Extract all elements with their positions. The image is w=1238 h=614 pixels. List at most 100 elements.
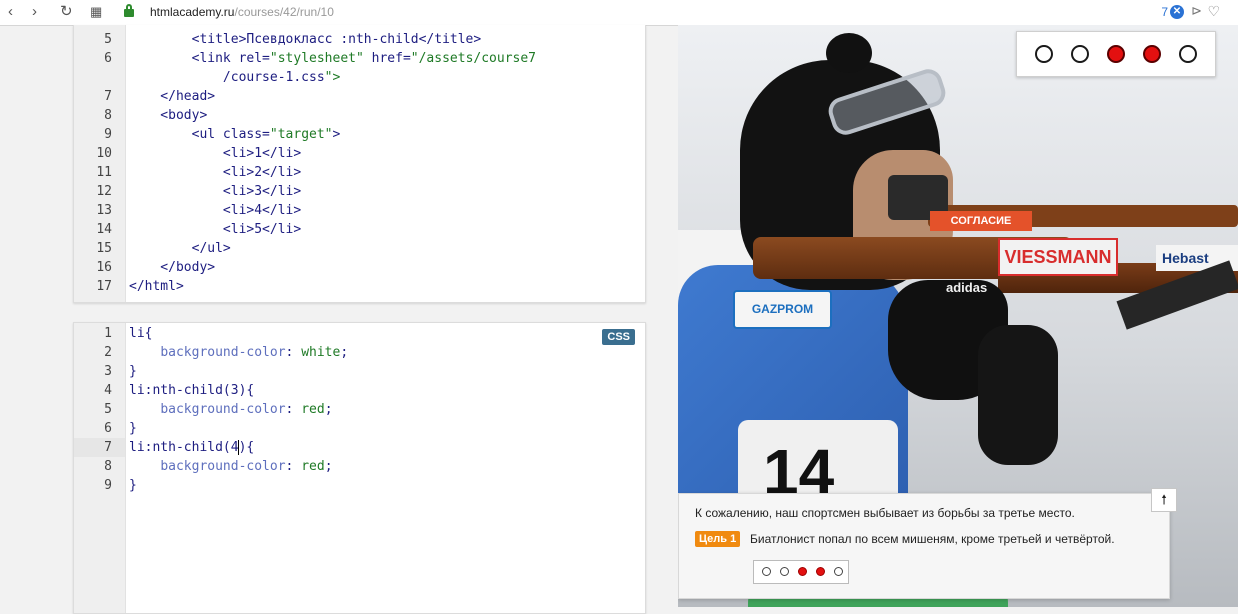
browser-toolbar: ‹ › ↻ ▦ htmlacademy.ru/courses/42/run/10…	[0, 0, 1238, 26]
mini-target-miss	[780, 567, 789, 576]
line-number: 6	[104, 421, 112, 436]
forward-icon[interactable]: ›	[32, 3, 37, 21]
line-text[interactable]: <body>	[129, 106, 207, 125]
targets-panel	[1016, 31, 1216, 77]
reload-icon[interactable]: ↻	[60, 3, 73, 21]
line-number: 16	[96, 260, 112, 275]
lock-icon	[124, 4, 134, 18]
line-number: 7	[104, 89, 112, 104]
code-line[interactable]: 5 <title>Псевдокласс :nth-child</title>	[74, 30, 645, 49]
line-number: 5	[104, 32, 112, 47]
line-text[interactable]: background-color: red;	[129, 457, 332, 476]
back-icon[interactable]: ‹	[8, 3, 13, 21]
viessmann-logo: VIESSMANN	[998, 238, 1118, 276]
code-line[interactable]: 15 </ul>	[74, 239, 645, 258]
target-hit	[1107, 45, 1125, 63]
line-number: 12	[96, 184, 112, 199]
line-number: 9	[104, 127, 112, 142]
url-path: /courses/42/run/10	[234, 5, 334, 19]
code-line[interactable]: 1 li{	[74, 324, 645, 343]
code-line[interactable]: 6}	[74, 419, 645, 438]
line-number: 9	[104, 478, 112, 493]
line-number: 3	[104, 364, 112, 379]
code-line[interactable]: 9 <ul class="target">	[74, 125, 645, 144]
code-line[interactable]: 7 </head>	[74, 87, 645, 106]
target-miss	[1071, 45, 1089, 63]
result-message: 🠕 К сожалению, наш спортсмен выбывает из…	[678, 488, 1177, 599]
line-text[interactable]: li:nth-child(4){	[129, 438, 254, 457]
code-line[interactable]: 10 <li>1</li>	[74, 144, 645, 163]
result-preview: GAZPROM 14 СОГЛАСИЕ VIESSMANN Hebast adi…	[678, 25, 1238, 607]
code-line[interactable]: 6 <link rel="stylesheet" href="/assets/c…	[74, 49, 645, 68]
code-line[interactable]: 9}	[74, 476, 645, 495]
mini-target-miss	[834, 567, 843, 576]
line-text[interactable]: }	[129, 419, 137, 438]
html-editor[interactable]: 5 <title>Псевдокласс :nth-child</title> 6…	[73, 25, 646, 303]
apps-icon[interactable]: ▦	[90, 3, 102, 21]
code-line[interactable]: 7 li:nth-child(4){	[74, 438, 645, 457]
send-icon[interactable]: ⊳	[1191, 3, 1202, 19]
line-text[interactable]: <li>4</li>	[129, 201, 301, 220]
line-text[interactable]: <li>1</li>	[129, 144, 301, 163]
gazprom-logo: GAZPROM	[733, 290, 832, 329]
line-text[interactable]: <li>3</li>	[129, 182, 301, 201]
line-text[interactable]: li:nth-child(3){	[129, 381, 254, 400]
code-line[interactable]: 12 <li>3</li>	[74, 182, 645, 201]
hat-pompom	[826, 33, 872, 73]
line-text[interactable]: <li>5</li>	[129, 220, 301, 239]
code-line[interactable]: 17 </html>	[74, 277, 645, 296]
line-text[interactable]: }	[129, 476, 137, 495]
line-text[interactable]: <li>2</li>	[129, 163, 301, 182]
code-line[interactable]: 3}	[74, 362, 645, 381]
extension-count: 7	[1161, 5, 1168, 19]
code-line[interactable]: 2 background-color: white;	[74, 343, 645, 362]
code-line[interactable]: 13 <li>4</li>	[74, 201, 645, 220]
line-text[interactable]: background-color: red;	[129, 400, 332, 419]
goal-badge: Цель 1	[695, 531, 741, 547]
line-number: 4	[104, 383, 112, 398]
code-line[interactable]: 4 li:nth-child(3){	[74, 381, 645, 400]
adidas-logo: adidas	[946, 280, 988, 295]
line-number: 6	[104, 51, 112, 66]
message-text: К сожалению, наш спортсмен выбывает из б…	[695, 506, 1075, 520]
code-line[interactable]: 5 background-color: red;	[74, 400, 645, 419]
code-line[interactable]: 14 <li>5</li>	[74, 220, 645, 239]
line-text[interactable]: background-color: white;	[129, 343, 348, 362]
extension-close-icon[interactable]: ✕	[1170, 5, 1184, 19]
heart-icon[interactable]: ♡	[1207, 3, 1220, 20]
line-text[interactable]: </html>	[129, 277, 184, 296]
line-number: 10	[96, 146, 112, 161]
code-line[interactable]: /course-1.css">	[74, 68, 645, 87]
line-number: 11	[96, 165, 112, 180]
code-line[interactable]: 11 <li>2</li>	[74, 163, 645, 182]
line-text[interactable]: <link rel="stylesheet" href="/assets/cou…	[129, 49, 536, 68]
line-number: 5	[104, 402, 112, 417]
mini-targets	[753, 560, 849, 584]
code-line[interactable]: 8 <body>	[74, 106, 645, 125]
address-bar[interactable]: htmlacademy.ru/courses/42/run/10 7 ✕ ⊳ ♡	[118, 1, 1230, 23]
line-text[interactable]: }	[129, 362, 137, 381]
scroll-up-button[interactable]: 🠕	[1151, 488, 1177, 512]
line-text[interactable]: </ul>	[129, 239, 231, 258]
code-line[interactable]: 16 </body>	[74, 258, 645, 277]
css-editor[interactable]: CSS 1 li{2 background-color: white; 3} 4 li:…	[73, 322, 646, 614]
line-text[interactable]: li{	[129, 324, 152, 343]
line-text[interactable]: </body>	[129, 258, 215, 277]
line-text[interactable]: <title>Псевдокласс :nth-child</title>	[129, 30, 482, 49]
mini-target-hit	[816, 567, 825, 576]
mini-target-hit	[798, 567, 807, 576]
line-text[interactable]: <ul class="target">	[129, 125, 341, 144]
line-number: 7	[104, 440, 112, 455]
line-text[interactable]: /course-1.css">	[129, 68, 340, 87]
mini-target-miss	[762, 567, 771, 576]
soglasie-logo: СОГЛАСИЕ	[930, 211, 1032, 231]
line-number: 1	[104, 326, 112, 341]
line-number: 14	[96, 222, 112, 237]
url-host: htmlacademy.ru	[150, 5, 235, 19]
goal-text: Биатлонист попал по всем мишеням, кроме …	[750, 532, 1115, 546]
url-text[interactable]: htmlacademy.ru/courses/42/run/10	[150, 5, 334, 19]
glove-right	[978, 325, 1058, 465]
code-line[interactable]: 8 background-color: red;	[74, 457, 645, 476]
line-number: 17	[96, 279, 112, 294]
line-text[interactable]: </head>	[129, 87, 215, 106]
